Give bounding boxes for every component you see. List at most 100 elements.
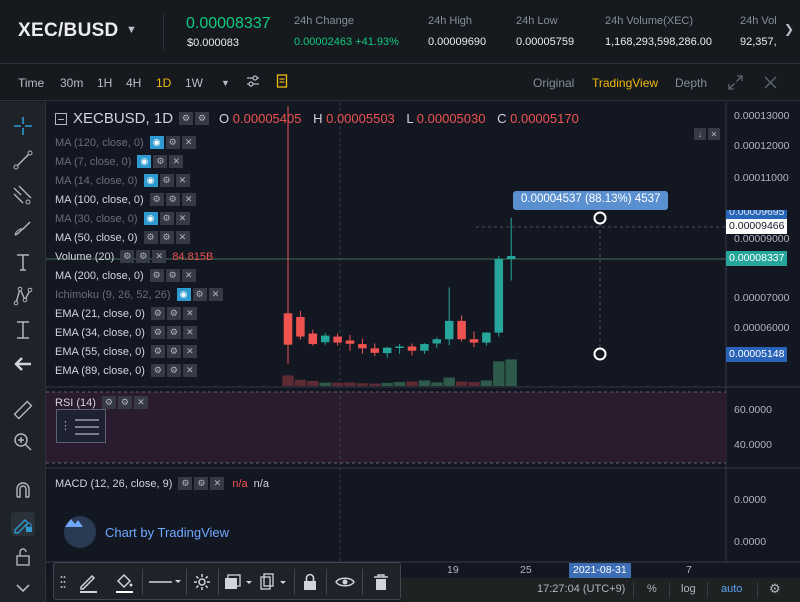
view-tradingview[interactable]: TradingView [592, 76, 658, 90]
settings-gear-icon[interactable]: ⚙ [179, 112, 194, 125]
settings-gear-icon[interactable]: ⚙ [150, 326, 165, 339]
indicator-legend-row[interactable]: MA (120, close, 0) ◉ ⚙ ✕ [55, 135, 198, 150]
tf-1w[interactable]: 1W [185, 76, 203, 90]
settings-gear-icon[interactable]: ⚙ [159, 231, 174, 244]
pane-drag-widget[interactable]: ⋮ [56, 409, 106, 443]
eye-icon[interactable]: ◉ [149, 136, 164, 149]
close-icon[interactable]: ✕ [152, 250, 167, 263]
settings-gear-icon[interactable]: ⚙ [165, 136, 180, 149]
settings-gear-icon[interactable]: ⚙ [178, 477, 193, 490]
settings-gear-icon[interactable]: ⚙ [143, 231, 158, 244]
close-icon[interactable]: ✕ [175, 212, 190, 225]
lock-pencil-icon[interactable] [11, 512, 35, 536]
gear-icon[interactable] [190, 571, 214, 593]
fib-tool-icon[interactable] [11, 182, 35, 206]
chevron-down-icon[interactable] [11, 576, 35, 600]
settings-gear-icon[interactable]: ⚙ [136, 250, 151, 263]
percent-toggle[interactable]: % [647, 583, 657, 595]
close-icon[interactable]: ✕ [182, 345, 197, 358]
magnet-icon[interactable] [11, 478, 35, 502]
close-icon[interactable]: ✕ [182, 364, 197, 377]
settings-gear-icon[interactable]: ⚙ [149, 269, 164, 282]
bookmark-icon[interactable] [275, 73, 289, 89]
pair-name[interactable]: XEC/BUSD [18, 20, 119, 42]
settings-gear-icon[interactable]: ⚙ [769, 581, 781, 597]
pencil-icon[interactable] [74, 571, 102, 593]
indicator-legend-row[interactable]: MA (14, close, 0) ◉ ⚙ ✕ [55, 173, 192, 188]
close-icon[interactable]: ✕ [181, 193, 196, 206]
indicator-legend-row[interactable]: MA (7, close, 0) ◉ ⚙ ✕ [55, 154, 185, 169]
close-icon[interactable]: ✕ [210, 477, 225, 490]
settings-gear-icon[interactable]: ⚙ [159, 174, 174, 187]
close-icon[interactable]: ✕ [181, 269, 196, 282]
close-icon[interactable]: ✕ [208, 288, 223, 301]
settings-gear-icon[interactable]: ⚙ [165, 269, 180, 282]
move-down-icon[interactable]: ↓ [694, 128, 706, 140]
text-icon[interactable] [11, 250, 35, 274]
view-depth[interactable]: Depth [675, 76, 707, 90]
close-icon[interactable]: ✕ [175, 174, 190, 187]
settings-gear-icon[interactable]: ⚙ [150, 345, 165, 358]
settings-gear-icon[interactable]: ⚙ [195, 112, 210, 125]
indicator-legend-row[interactable]: MA (30, close, 0) ◉ ⚙ ✕ [55, 211, 192, 226]
settings-gear-icon[interactable]: ⚙ [101, 396, 116, 409]
settings-gear-icon[interactable]: ⚙ [194, 477, 209, 490]
fill-bucket-icon[interactable] [110, 571, 138, 593]
indicator-legend-row[interactable]: Ichimoku (9, 26, 52, 26) ◉ ⚙ ✕ [55, 287, 225, 302]
brush-icon[interactable] [11, 216, 35, 240]
indicator-legend-row[interactable]: EMA (55, close, 0) ⚙ ⚙ ✕ [55, 344, 199, 359]
eye-icon[interactable] [332, 571, 358, 593]
pair-dropdown-icon[interactable]: ▼ [126, 24, 137, 36]
settings-gear-icon[interactable]: ⚙ [166, 307, 181, 320]
eye-icon[interactable]: ◉ [137, 155, 152, 168]
back-arrow-icon[interactable] [11, 352, 35, 376]
settings-gear-icon[interactable]: ⚙ [120, 250, 135, 263]
settings-gear-icon[interactable]: ⚙ [153, 155, 168, 168]
settings-gear-icon[interactable]: ⚙ [117, 396, 132, 409]
settings-gear-icon[interactable]: ⚙ [159, 212, 174, 225]
indicator-legend-row[interactable]: MA (100, close, 0) ⚙ ⚙ ✕ [55, 192, 198, 207]
trend-line-icon[interactable] [11, 148, 35, 172]
layers-icon[interactable] [222, 571, 254, 593]
tf-4h[interactable]: 4H [126, 76, 141, 90]
indicator-settings-icon[interactable] [246, 73, 260, 89]
chart-area[interactable]: XECBUSD, 1D ⚙ ⚙ O 0.00005405 H 0.0000550… [46, 102, 800, 578]
eye-icon[interactable]: ◉ [176, 288, 191, 301]
settings-gear-icon[interactable]: ⚙ [150, 307, 165, 320]
close-icon[interactable]: ✕ [181, 136, 196, 149]
lock-icon[interactable] [298, 571, 322, 593]
collapse-legend-icon[interactable] [55, 112, 67, 125]
auto-toggle[interactable]: auto [721, 583, 742, 595]
close-icon[interactable] [764, 76, 777, 89]
measure-icon[interactable] [11, 318, 35, 342]
unlock-icon[interactable] [11, 545, 35, 569]
close-icon[interactable]: ✕ [182, 307, 197, 320]
tf-dropdown-icon[interactable]: ▼ [221, 78, 230, 88]
ruler-icon[interactable] [11, 398, 35, 422]
settings-gear-icon[interactable]: ⚙ [149, 193, 164, 206]
tf-time[interactable]: Time [18, 76, 44, 90]
settings-gear-icon[interactable]: ⚙ [165, 193, 180, 206]
close-icon[interactable]: ✕ [708, 128, 720, 140]
tf-30m[interactable]: 30m [60, 76, 83, 90]
expand-icon[interactable] [728, 75, 743, 90]
close-icon[interactable]: ✕ [133, 396, 148, 409]
crosshair-icon[interactable] [11, 114, 35, 138]
close-icon[interactable]: ✕ [182, 326, 197, 339]
grip-icon[interactable] [58, 571, 68, 593]
view-original[interactable]: Original [533, 76, 574, 90]
tf-1d[interactable]: 1D [156, 76, 171, 90]
zoom-in-icon[interactable] [11, 430, 35, 454]
close-icon[interactable]: ✕ [175, 231, 190, 244]
close-icon[interactable]: ✕ [169, 155, 184, 168]
indicator-legend-row[interactable]: EMA (89, close, 0) ⚙ ⚙ ✕ [55, 363, 199, 378]
pattern-icon[interactable] [11, 284, 35, 308]
indicator-legend-row[interactable]: EMA (21, close, 0) ⚙ ⚙ ✕ [55, 306, 199, 321]
settings-gear-icon[interactable]: ⚙ [166, 345, 181, 358]
indicator-legend-row[interactable]: EMA (34, close, 0) ⚙ ⚙ ✕ [55, 325, 199, 340]
settings-gear-icon[interactable]: ⚙ [166, 326, 181, 339]
eye-icon[interactable]: ◉ [143, 174, 158, 187]
chevron-right-icon[interactable]: ❯ [784, 22, 794, 36]
settings-gear-icon[interactable]: ⚙ [192, 288, 207, 301]
log-toggle[interactable]: log [681, 583, 696, 595]
